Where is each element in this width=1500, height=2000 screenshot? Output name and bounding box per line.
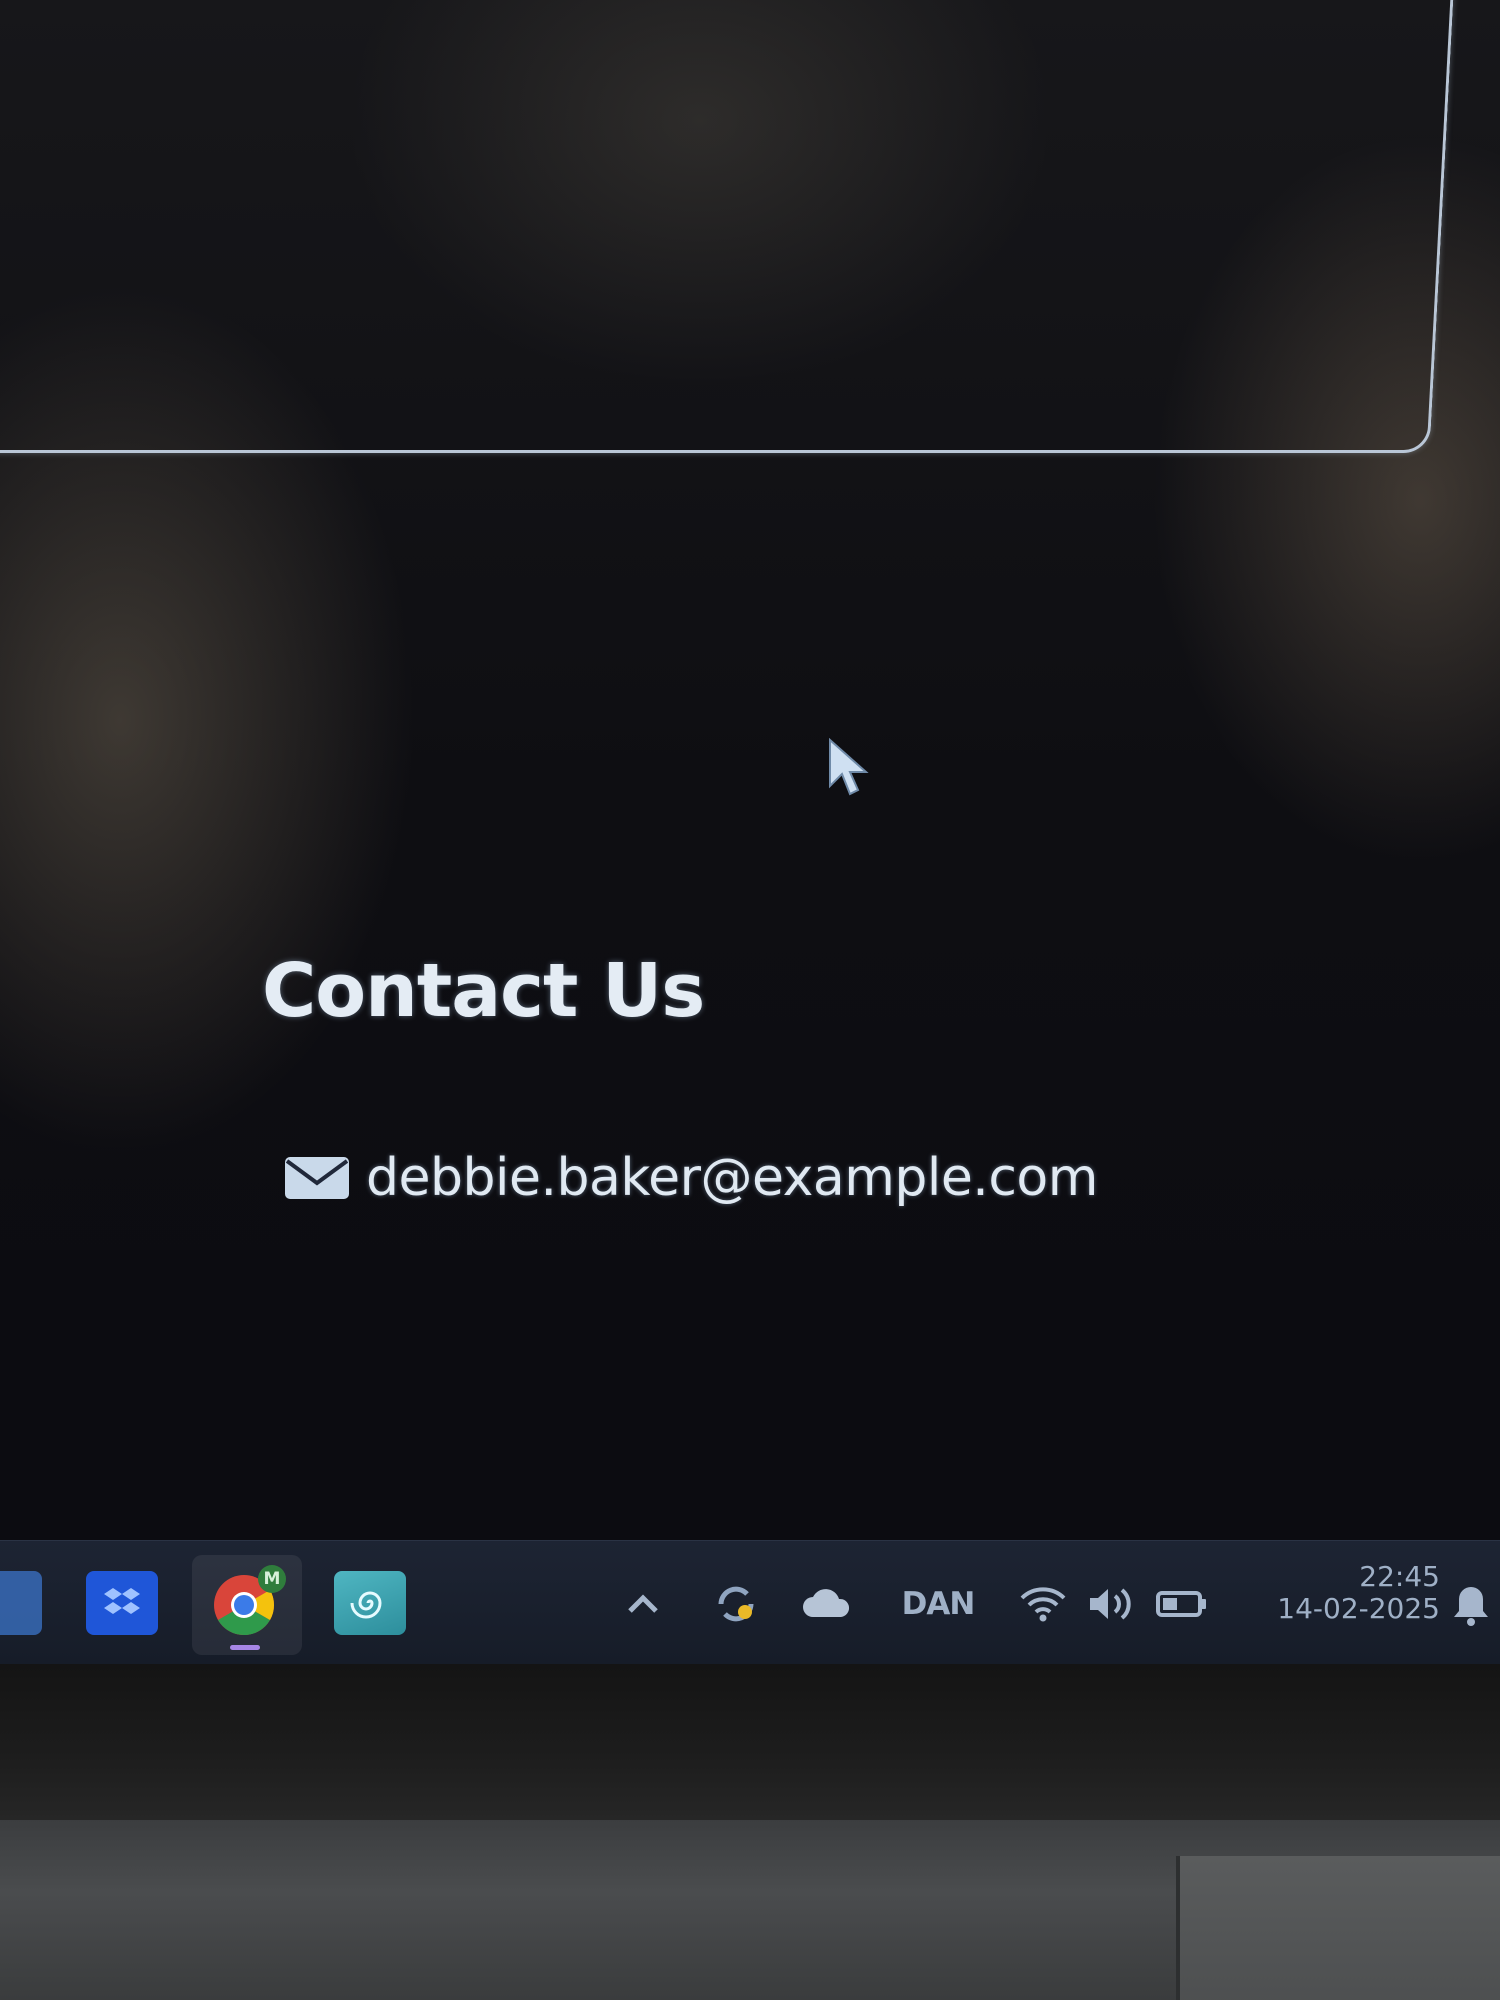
- mouse-cursor-icon: [829, 738, 869, 796]
- active-app-indicator: [230, 1645, 260, 1650]
- screen-area: Contact Us debbie.baker@example.com: [0, 0, 1500, 1660]
- email-link[interactable]: debbie.baker@example.com: [366, 1148, 1098, 1208]
- taskbar: M DAN 22:45 14-02-2025: [0, 1540, 1500, 1665]
- cloud-icon[interactable]: [796, 1579, 856, 1629]
- photo-of-laptop-screen: Contact Us debbie.baker@example.com M DA…: [0, 0, 1500, 2000]
- sync-icon[interactable]: [706, 1579, 766, 1629]
- chevron-up-icon[interactable]: [620, 1579, 666, 1629]
- chrome-taskbar-button[interactable]: M: [192, 1555, 302, 1655]
- dropbox-icon[interactable]: [86, 1571, 158, 1635]
- clock-time: 22:45: [1359, 1560, 1440, 1593]
- notification-bell-icon[interactable]: [1446, 1581, 1496, 1631]
- envelope-icon: [285, 1157, 349, 1199]
- laptop-body-right: [1176, 1856, 1500, 2000]
- swirl-glyph-icon: [350, 1591, 382, 1619]
- contact-section: Contact Us debbie.baker@example.com: [262, 948, 1262, 1208]
- laptop-bezel: [0, 1664, 1500, 1820]
- battery-icon[interactable]: [1150, 1579, 1214, 1629]
- swirl-app-icon[interactable]: [334, 1571, 406, 1635]
- clock-date: 14-02-2025: [1277, 1592, 1440, 1626]
- wifi-icon[interactable]: [1014, 1579, 1072, 1629]
- contact-heading: Contact Us: [262, 948, 705, 1034]
- chrome-profile-badge: M: [258, 1565, 286, 1593]
- window-frame: [0, 0, 1457, 453]
- email-row[interactable]: debbie.baker@example.com: [282, 1148, 1098, 1208]
- windows-start-icon[interactable]: [0, 1571, 42, 1635]
- language-indicator[interactable]: DAN: [890, 1579, 986, 1629]
- dropbox-logo-icon: [104, 1588, 140, 1614]
- volume-icon[interactable]: [1082, 1579, 1142, 1629]
- clock[interactable]: 22:45 14-02-2025: [1240, 1560, 1440, 1626]
